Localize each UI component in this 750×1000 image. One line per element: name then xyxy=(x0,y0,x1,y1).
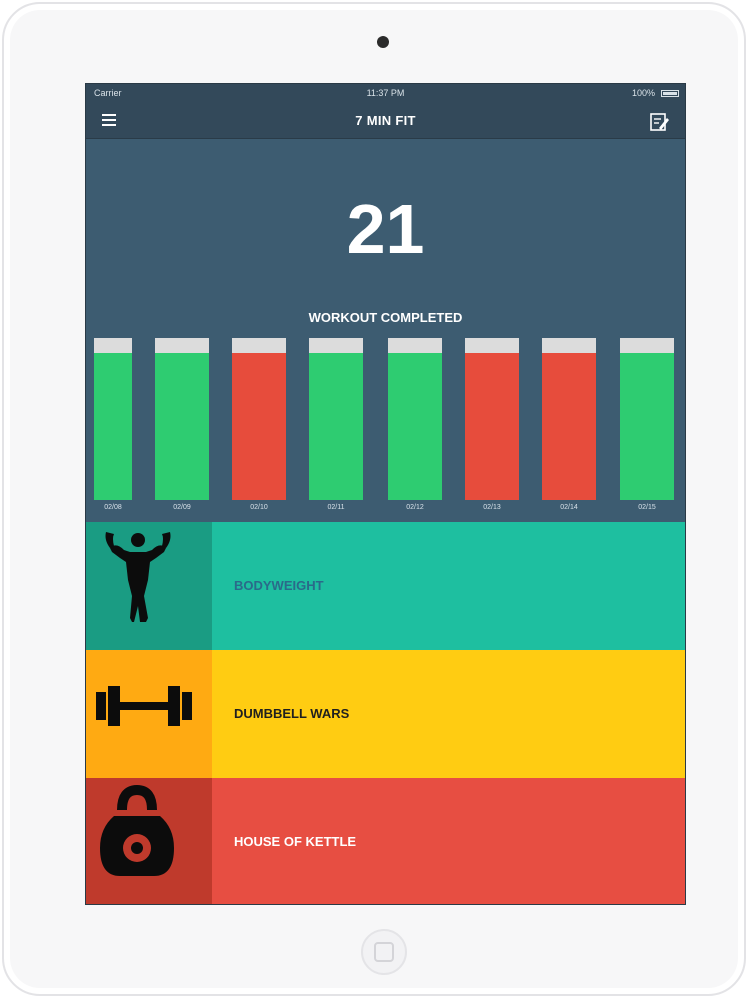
bar-fill-missed xyxy=(542,353,596,500)
bar-fill-missed xyxy=(232,353,286,500)
category-house-of-kettle[interactable]: HOUSE OF KETTLE xyxy=(86,778,685,904)
home-button[interactable] xyxy=(361,929,407,975)
category-dumbbell-wars[interactable]: DUMBBELL WARS xyxy=(86,650,685,778)
bar-cap xyxy=(542,338,596,353)
chart-bar-02-11: 02/11 xyxy=(309,334,363,514)
compose-icon[interactable] xyxy=(649,112,669,132)
bar-date-label: 02/12 xyxy=(406,504,424,511)
kettlebell-icon xyxy=(100,784,174,876)
bar-date-label: 02/15 xyxy=(638,504,656,511)
bar-date-label: 02/13 xyxy=(483,504,501,511)
bar-date-label: 02/09 xyxy=(173,504,191,511)
bar-cap xyxy=(620,338,674,353)
bar-fill-completed xyxy=(620,353,674,500)
workout-bar-chart: 02/08 02/09 02/10 02/11 02/12 02/13 02/14 02/15 xyxy=(86,334,685,519)
chart-bar-02-10: 02/10 xyxy=(232,334,286,514)
chart-title: WORKOUT COMPLETED xyxy=(308,310,463,325)
bar-fill-missed xyxy=(465,353,519,500)
bar-cap xyxy=(155,338,209,353)
category-label: HOUSE OF KETTLE xyxy=(234,834,357,849)
bar-fill-completed xyxy=(94,353,132,500)
chart-bar-02-09: 02/09 xyxy=(155,334,209,514)
dumbbell-icon xyxy=(96,686,192,726)
bar-date-label: 02/11 xyxy=(327,504,345,511)
ipad-frame: Carrier 11:37 PM 100% 7 MIN FIT 21 WORKO… xyxy=(2,2,746,996)
bar-fill-completed xyxy=(309,353,363,500)
bar-date-label: 02/14 xyxy=(560,504,578,511)
category-label: BODYWEIGHT xyxy=(234,578,324,593)
category-label: DUMBBELL WARS xyxy=(234,706,350,721)
battery-percent: 100% xyxy=(631,88,655,98)
bar-cap xyxy=(388,338,442,353)
bar-cap xyxy=(309,338,363,353)
app-screen: Carrier 11:37 PM 100% 7 MIN FIT 21 WORKO… xyxy=(85,83,686,905)
chart-bar-02-08: 02/08 xyxy=(94,334,132,514)
chart-bar-02-13: 02/13 xyxy=(465,334,519,514)
bar-date-label: 02/10 xyxy=(250,504,268,511)
kettlebell-icon-box xyxy=(86,778,212,904)
battery-icon xyxy=(661,90,679,97)
bar-fill-completed xyxy=(155,353,209,500)
workout-count: 21 xyxy=(346,190,425,268)
chart-bar-02-15: 02/15 xyxy=(620,334,674,514)
camera-dot xyxy=(377,36,389,48)
bar-fill-completed xyxy=(388,353,442,500)
chart-bar-02-12: 02/12 xyxy=(388,334,442,514)
dumbbell-icon-box xyxy=(86,650,212,778)
navigation-bar: 7 MIN FIT xyxy=(86,104,685,139)
bar-cap xyxy=(465,338,519,353)
bodyweight-icon-box xyxy=(86,522,212,650)
bodybuilder-icon xyxy=(105,532,171,622)
chart-bar-02-14: 02/14 xyxy=(542,334,596,514)
status-time: 11:37 PM xyxy=(366,88,405,98)
status-bar: Carrier 11:37 PM 100% xyxy=(86,84,685,104)
bar-date-label: 02/08 xyxy=(104,504,122,511)
category-bodyweight[interactable]: BODYWEIGHT xyxy=(86,522,685,650)
bar-cap xyxy=(232,338,286,353)
app-title: 7 MIN FIT xyxy=(355,113,416,128)
bar-cap xyxy=(94,338,132,353)
